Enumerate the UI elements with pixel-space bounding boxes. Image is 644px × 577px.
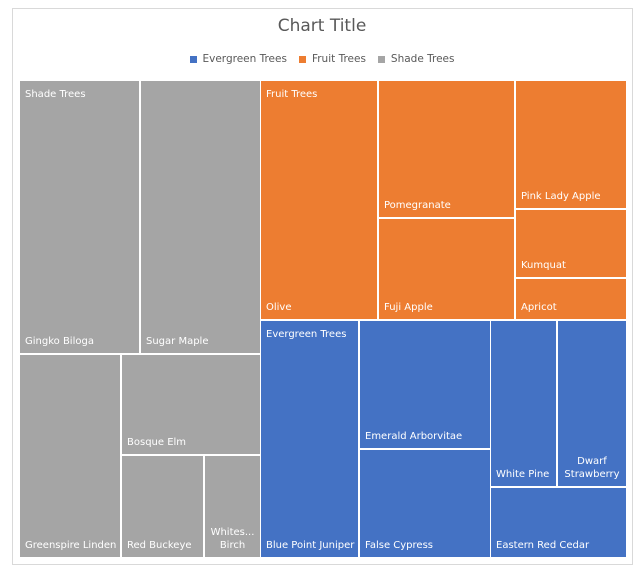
treemap-tile-apricot[interactable]: Apricot: [516, 279, 626, 319]
tile-label: Whites... Birch: [210, 527, 255, 551]
tile-label: Fuji Apple: [384, 302, 433, 313]
treemap-tile-false-cypress[interactable]: False Cypress: [360, 450, 490, 557]
group-label-fruit-trees: Fruit Trees: [266, 89, 318, 100]
tile-label: Olive: [266, 302, 292, 313]
treemap-tile-eastern-red-cedar[interactable]: Eastern Red Cedar: [491, 488, 626, 557]
treemap-tile-fuji-apple[interactable]: Fuji Apple: [379, 219, 514, 319]
tile-label: Dwarf Strawberry: [564, 456, 620, 480]
tile-label: Gingko Biloga: [25, 336, 94, 347]
treemap-tile-red-buckeye[interactable]: Red Buckeye: [122, 456, 203, 557]
treemap-tile-blue-point-juniper[interactable]: Blue Point Juniper: [261, 321, 358, 557]
treemap-tile-kumquat[interactable]: Kumquat: [516, 210, 626, 277]
treemap-tile-gingko-biloga[interactable]: Gingko Biloga: [20, 81, 139, 353]
tile-label: Apricot: [521, 302, 557, 313]
tile-label: Pomegranate: [384, 200, 451, 211]
tile-label: Blue Point Juniper: [266, 540, 355, 551]
treemap-tile-olive[interactable]: Olive: [261, 81, 377, 319]
treemap-plot: Gingko Biloga Sugar Maple Greenspire Linde…: [0, 0, 644, 577]
treemap-tile-white-pine[interactable]: White Pine: [491, 321, 556, 486]
group-label-evergreen-trees: Evergreen Trees: [266, 329, 347, 340]
tile-label: Bosque Elm: [127, 437, 187, 448]
tile-label: Eastern Red Cedar: [496, 540, 590, 551]
tile-label: Emerald Arborvitae: [365, 431, 463, 442]
treemap-tile-emerald-arborvitae[interactable]: Emerald Arborvitae: [360, 321, 490, 448]
treemap-tile-pink-lady-apple[interactable]: Pink Lady Apple: [516, 81, 626, 208]
tile-label: Greenspire Linden: [25, 540, 117, 551]
treemap-tile-whitespire-birch[interactable]: Whites... Birch: [205, 456, 260, 557]
tile-label: Red Buckeye: [127, 540, 192, 551]
tile-label: Sugar Maple: [146, 336, 209, 347]
treemap-tile-dwarf-strawberry[interactable]: Dwarf Strawberry: [558, 321, 626, 486]
tile-label: Pink Lady Apple: [521, 191, 601, 202]
tile-label: Kumquat: [521, 260, 566, 271]
tile-label: False Cypress: [365, 540, 433, 551]
treemap-tile-pomegranate[interactable]: Pomegranate: [379, 81, 514, 217]
tile-label: White Pine: [496, 469, 550, 480]
treemap-tile-sugar-maple[interactable]: Sugar Maple: [141, 81, 260, 353]
treemap-tile-bosque-elm[interactable]: Bosque Elm: [122, 355, 260, 454]
treemap-tile-greenspire-linden[interactable]: Greenspire Linden: [20, 355, 120, 557]
group-label-shade-trees: Shade Trees: [25, 89, 86, 100]
